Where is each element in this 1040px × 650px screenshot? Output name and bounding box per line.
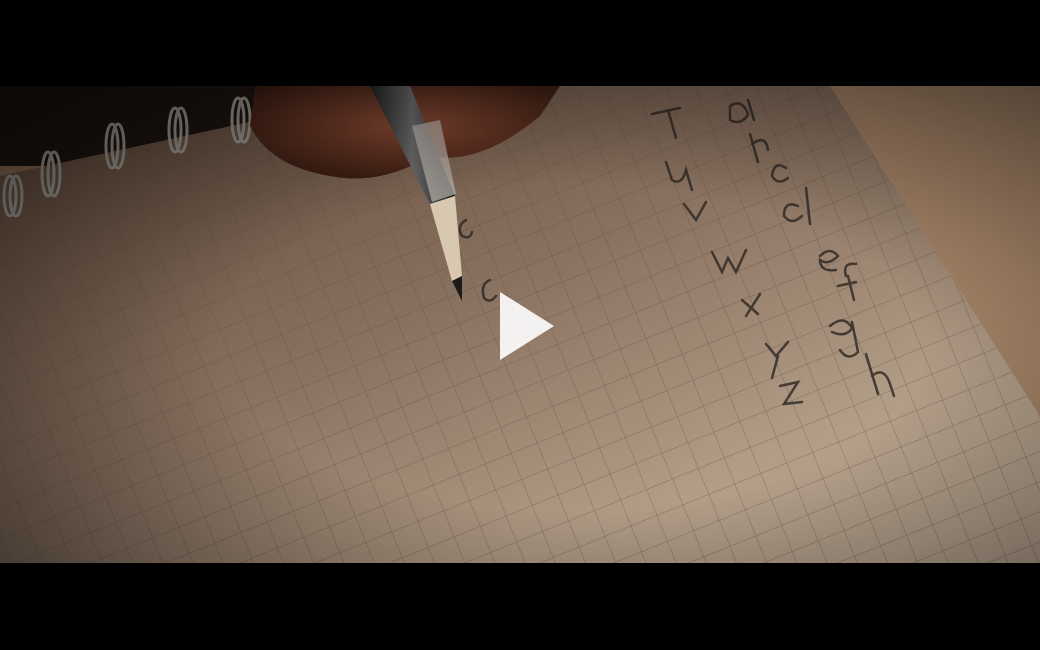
- video-frame[interactable]: [0, 86, 1040, 563]
- video-player[interactable]: [0, 0, 1040, 650]
- play-icon: [500, 292, 554, 360]
- letterbox-bottom: [0, 563, 1040, 650]
- letterbox-top: [0, 0, 1040, 86]
- play-button[interactable]: [492, 288, 562, 364]
